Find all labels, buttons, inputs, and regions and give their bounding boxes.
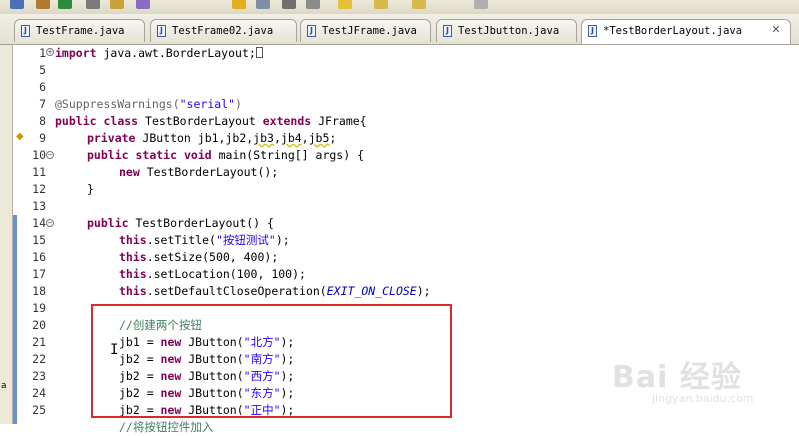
highlight-icon[interactable]: [232, 0, 246, 9]
run-icon[interactable]: [58, 0, 72, 9]
java-file-icon: J: [588, 25, 597, 37]
line-number: 12: [32, 182, 46, 196]
line-number: 14: [32, 216, 46, 230]
code-line: public static void main(String[] args) {: [87, 148, 364, 162]
line-number: 23: [32, 369, 46, 383]
text-cursor-icon: I: [110, 342, 119, 358]
code-line: jb2 = new JButton("南方");: [119, 352, 295, 366]
code-editor[interactable]: import java.awt.BorderLayout; @SuppressW…: [55, 45, 799, 434]
next-arrow-icon[interactable]: [474, 0, 488, 9]
code-line: jb2 = new JButton("西方");: [119, 369, 295, 383]
line-number: 22: [32, 352, 46, 366]
side-panel-fragment: a: [1, 381, 7, 391]
line-number: 1: [39, 46, 46, 60]
tab-label: *TestBorderLayout.java: [603, 25, 743, 37]
line-number: 9: [39, 131, 46, 145]
format-icon[interactable]: [282, 0, 296, 9]
build-icon[interactable]: [36, 0, 50, 9]
code-line: jb2 = new JButton("正中");: [119, 403, 295, 417]
code-line: public TestBorderLayout() {: [87, 216, 274, 230]
forward-arrow-icon[interactable]: [374, 0, 388, 9]
pin-icon[interactable]: [256, 0, 270, 9]
editor-tab-bar: J TestFrame.java J TestFrame02.java J Te…: [0, 14, 799, 45]
code-line: this.setLocation(100, 100);: [119, 267, 306, 281]
folder-icon[interactable]: [110, 0, 124, 9]
code-line: jb2 = new JButton("东方");: [119, 386, 295, 400]
main-toolbar: [0, 0, 799, 14]
tab-testframe02[interactable]: J TestFrame02.java: [150, 19, 297, 42]
tab-testborderlayout[interactable]: J *TestBorderLayout.java ✕: [581, 19, 791, 44]
code-line: //创建两个按钮: [119, 318, 202, 332]
line-number: 20: [32, 318, 46, 332]
search-icon[interactable]: [306, 0, 320, 9]
java-file-icon: J: [307, 25, 316, 37]
line-number: 11: [32, 165, 46, 179]
save-icon[interactable]: [10, 0, 24, 9]
code-line: }: [87, 182, 94, 196]
task-icon[interactable]: [136, 0, 150, 9]
line-number: 24: [32, 386, 46, 400]
code-line: public class TestBorderLayout extends JF…: [55, 114, 367, 128]
code-line: import java.awt.BorderLayout;: [55, 45, 263, 62]
line-number: 16: [32, 250, 46, 264]
line-number: 18: [32, 284, 46, 298]
code-line: this.setDefaultCloseOperation(EXIT_ON_CL…: [119, 284, 431, 298]
fold-expand-icon[interactable]: +: [46, 48, 54, 56]
tab-label: TestJbutton.java: [458, 25, 560, 37]
fold-collapse-icon[interactable]: −: [46, 151, 54, 159]
java-file-icon: J: [443, 25, 452, 37]
tab-testframe[interactable]: J TestFrame.java: [14, 19, 145, 42]
side-panel-strip: a: [0, 45, 13, 424]
folded-import-marker[interactable]: [255, 47, 263, 58]
debug-icon[interactable]: [86, 0, 100, 9]
line-number: 8: [39, 114, 46, 128]
line-number: 17: [32, 267, 46, 281]
line-number: 6: [39, 80, 46, 94]
lightbulb-icon[interactable]: [338, 0, 352, 9]
tab-label: TestFrame02.java: [172, 25, 274, 37]
line-number-gutter: 1 + 5 6 7 8 ◆ 9 10 − 11 12 13 14 − 15 16…: [16, 45, 54, 424]
line-number: 25: [32, 403, 46, 417]
line-number: 21: [32, 335, 46, 349]
code-line: //将按钮控件加入: [119, 420, 214, 434]
tab-label: TestFrame.java: [36, 25, 125, 37]
code-line: private JButton jb1,jb2,jb3,jb4,jb5;: [87, 131, 337, 145]
line-number: 15: [32, 233, 46, 247]
code-line: this.setTitle("按钮测试");: [119, 233, 290, 247]
code-line: @SuppressWarnings("serial"): [55, 97, 242, 111]
tab-label: TestJFrame.java: [322, 25, 417, 37]
java-file-icon: J: [21, 25, 30, 37]
code-line: this.setSize(500, 400);: [119, 250, 279, 264]
line-number: 7: [39, 97, 46, 111]
close-tab-icon[interactable]: ✕: [770, 24, 782, 36]
tab-testjframe[interactable]: J TestJFrame.java: [300, 19, 431, 42]
line-number: 10: [32, 148, 46, 162]
java-file-icon: J: [157, 25, 166, 37]
back-arrow-icon[interactable]: [412, 0, 426, 9]
tab-testjbutton[interactable]: J TestJbutton.java: [436, 19, 577, 42]
code-line: new TestBorderLayout();: [119, 165, 279, 179]
line-number: 19: [32, 301, 46, 315]
line-number: 5: [39, 63, 46, 77]
fold-collapse-icon[interactable]: −: [46, 219, 54, 227]
line-number: 13: [32, 199, 46, 213]
code-line: jb1 = new JButton("北方");: [119, 335, 295, 349]
